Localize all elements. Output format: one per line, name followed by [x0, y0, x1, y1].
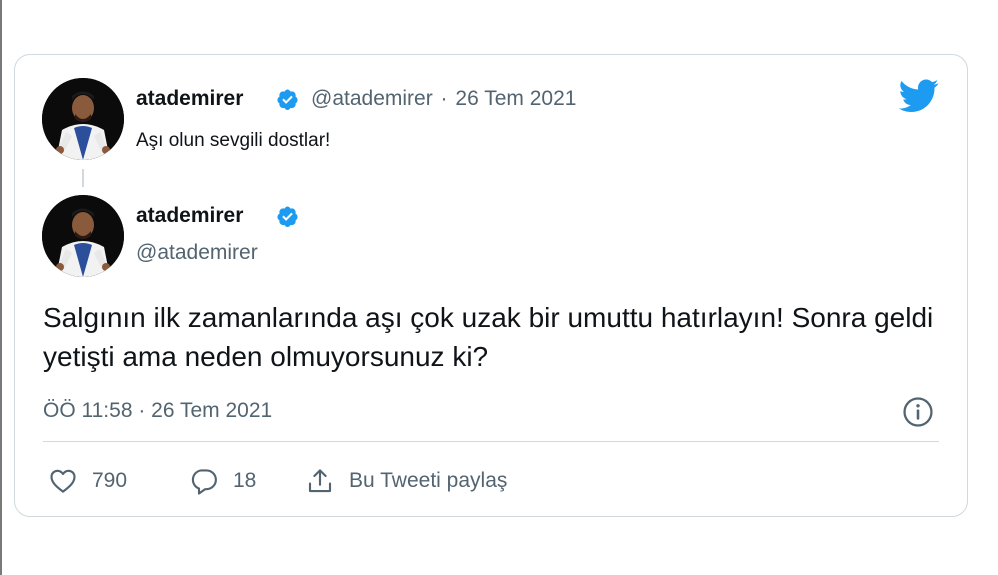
reply-bubble-icon	[191, 469, 217, 495]
share-icon	[308, 469, 332, 493]
reply-button[interactable]: 18	[189, 463, 256, 499]
page: atademirer @atademirer · 26 Tem 2021 Aşı…	[0, 0, 998, 575]
twitter-bird-icon[interactable]	[899, 79, 939, 113]
verified-badge-icon	[277, 206, 298, 228]
quoted-meta: @atademirer · 26 Tem 2021	[311, 87, 576, 111]
divider	[43, 441, 939, 442]
avatar-image	[42, 195, 124, 277]
quoted-handle[interactable]: @atademirer	[311, 87, 433, 110]
like-button[interactable]: 790	[48, 463, 127, 499]
quoted-display-name[interactable]: atademirer	[136, 87, 243, 111]
quoted-tweet-text: Aşı olun sevgili dostlar!	[136, 130, 331, 151]
main-display-name[interactable]: atademirer	[136, 204, 243, 228]
share-button[interactable]: Bu Tweeti paylaş	[305, 463, 507, 499]
main-handle[interactable]: @atademirer	[136, 241, 258, 265]
avatar-image	[42, 78, 124, 160]
info-icon[interactable]	[901, 395, 935, 429]
tweet-timestamp[interactable]: ÖÖ 11:58 · 26 Tem 2021	[43, 399, 272, 423]
like-count: 790	[92, 469, 128, 492]
main-tweet-text: Salgının ilk zamanlarında aşı çok uzak b…	[43, 302, 934, 372]
verified-badge-icon	[277, 89, 298, 111]
left-edge-line	[0, 0, 2, 575]
thread-connector-line	[82, 169, 84, 187]
avatar[interactable]	[42, 78, 124, 160]
heart-icon	[50, 469, 76, 493]
quoted-date[interactable]: 26 Tem 2021	[455, 87, 576, 110]
reply-count: 18	[233, 469, 257, 492]
avatar[interactable]	[42, 195, 124, 277]
share-label: Bu Tweeti paylaş	[349, 469, 508, 492]
tweet-embed-card[interactable]: atademirer @atademirer · 26 Tem 2021 Aşı…	[14, 54, 968, 517]
meta-separator: ·	[440, 87, 448, 110]
